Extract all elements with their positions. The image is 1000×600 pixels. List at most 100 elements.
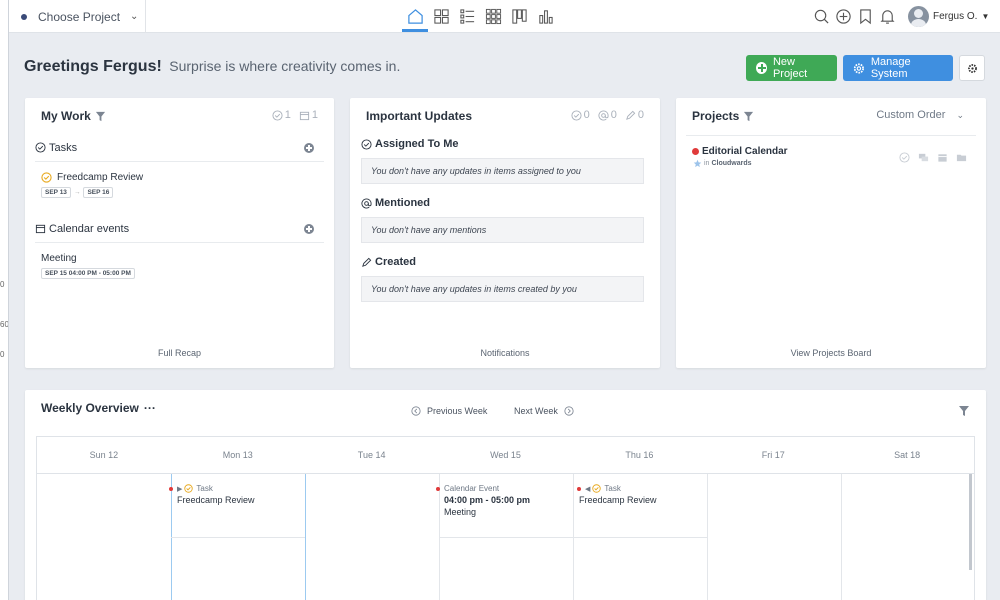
calendar-icon xyxy=(299,111,309,120)
calendar-events-section-header: Calendar events xyxy=(35,215,324,243)
column-divider xyxy=(707,474,708,600)
plus-circle-icon xyxy=(835,9,851,24)
new-project-label: New Project xyxy=(772,56,808,80)
notifications-button[interactable] xyxy=(876,6,898,28)
search-button[interactable] xyxy=(810,6,832,28)
task-start-badge: SEP 13 xyxy=(41,187,71,198)
bookmark-button[interactable] xyxy=(854,6,876,28)
filter-icon[interactable] xyxy=(743,111,754,122)
calendar-scrollbar[interactable] xyxy=(969,474,972,570)
discussions-shortcut[interactable] xyxy=(918,152,930,162)
event-item[interactable]: Meeting SEP 15 04:00 PM - 05:00 PM xyxy=(41,253,135,279)
column-divider xyxy=(305,474,306,600)
project-selector[interactable]: Choose Project ⌄ xyxy=(9,0,146,33)
arrow-left-icon: ◀ xyxy=(585,485,591,493)
add-button[interactable] xyxy=(832,6,854,28)
add-task-icon[interactable] xyxy=(304,142,314,153)
chevron-down-icon: ⌄ xyxy=(956,110,964,120)
filter-icon[interactable] xyxy=(95,111,106,122)
tasks-shortcut[interactable] xyxy=(899,152,911,163)
board-icon xyxy=(511,9,527,24)
user-name: Fergus O. xyxy=(933,11,978,22)
event-title: Meeting xyxy=(41,253,77,264)
event-count: 1 xyxy=(299,109,318,121)
list-icon xyxy=(459,9,474,24)
weekly-overview-title: Weekly Overview ··· xyxy=(41,401,156,415)
background-window-edge: 0 60 0 xyxy=(0,0,9,600)
check-circle-icon xyxy=(899,152,910,163)
view-projects-board-link[interactable]: View Projects Board xyxy=(676,348,986,358)
home-view-button[interactable] xyxy=(402,0,428,33)
tasks-label: Tasks xyxy=(49,141,78,154)
chevron-right-circle-icon xyxy=(564,406,574,416)
projects-card: Projects Custom Order ⌄ Editorial Calend… xyxy=(676,98,986,368)
bookmark-icon xyxy=(859,9,871,25)
calendar-event-wed[interactable]: Calendar Event 04:00 pm - 05:00 pm Meeti… xyxy=(436,484,530,517)
calendar-events-label: Calendar events xyxy=(49,222,130,235)
previous-week-button[interactable]: Previous Week xyxy=(411,406,487,416)
important-updates-card: Important Updates 0 0 0 Assigned To Me Y… xyxy=(350,98,660,368)
full-recap-link[interactable]: Full Recap xyxy=(25,348,334,358)
apps-icon xyxy=(485,8,501,25)
next-week-button[interactable]: Next Week xyxy=(514,406,574,416)
settings-button[interactable] xyxy=(959,55,985,81)
project-sort-dropdown[interactable]: Custom Order ⌄ xyxy=(876,109,964,121)
calendar-event-title: Meeting xyxy=(444,507,477,517)
priority-dot xyxy=(436,486,440,491)
reports-view-button[interactable] xyxy=(532,0,558,33)
board-view-button[interactable] xyxy=(506,0,532,33)
grid-icon xyxy=(433,9,449,24)
manage-system-label: Manage System xyxy=(870,56,911,80)
event-count-value: 1 xyxy=(311,109,318,121)
day-header-tue: Tue 14 xyxy=(357,450,386,460)
assigned-count: 0 xyxy=(571,109,590,121)
dashboard-view-button[interactable] xyxy=(428,0,454,33)
add-event-icon[interactable] xyxy=(304,223,314,234)
notifications-link[interactable]: Notifications xyxy=(350,348,660,358)
at-icon xyxy=(598,109,609,121)
files-shortcut[interactable] xyxy=(956,152,968,162)
project-group: Cloudwards xyxy=(711,160,752,167)
divider xyxy=(686,135,976,136)
day-header-wed: Wed 15 xyxy=(490,450,521,460)
calendar-event-time: 04:00 pm - 05:00 pm xyxy=(444,495,531,505)
more-options-icon[interactable]: ··· xyxy=(144,401,156,415)
task-count: 1 xyxy=(272,109,291,121)
check-circle-icon xyxy=(272,109,283,121)
check-circle-icon xyxy=(571,109,582,121)
task-item[interactable]: Freedcamp Review SEP 13 → SEP 16 xyxy=(41,172,143,198)
weekly-calendar: Sun 12 Mon 13 Tue 14 Wed 15 Thu 16 Fri 1… xyxy=(36,436,975,600)
calendar-task-mon[interactable]: ▶ Task Freedcamp Review xyxy=(169,484,255,505)
calendar-shortcut[interactable] xyxy=(937,152,949,162)
bell-icon xyxy=(879,10,895,24)
manage-system-button[interactable]: Manage System xyxy=(843,55,953,81)
play-icon: ▶ xyxy=(177,485,183,493)
mentioned-header: Mentioned xyxy=(361,197,430,209)
task-title: Freedcamp Review xyxy=(57,172,144,183)
new-project-button[interactable]: New Project xyxy=(746,55,837,81)
chevron-left-circle-icon xyxy=(411,406,421,416)
task-end-badge: SEP 16 xyxy=(83,187,114,198)
calendar-task-title: Freedcamp Review xyxy=(177,495,255,505)
created-header: Created xyxy=(361,256,416,268)
user-menu[interactable]: Fergus O. ▼ xyxy=(908,6,1000,27)
calendar-task-thu[interactable]: ◀ Task Freedcamp Review xyxy=(577,484,657,505)
column-divider xyxy=(841,474,842,600)
avatar xyxy=(908,6,929,27)
mentions-count: 0 xyxy=(598,109,617,121)
filter-icon[interactable] xyxy=(958,405,970,417)
priority-dot xyxy=(577,486,581,491)
tasks-section-header: Tasks xyxy=(35,134,324,162)
calendar-icon xyxy=(938,154,947,162)
view-switcher xyxy=(402,0,558,33)
calendar-task-title: Freedcamp Review xyxy=(579,495,657,505)
star-icon[interactable] xyxy=(693,159,702,168)
project-selector-label: Choose Project xyxy=(38,9,121,24)
my-work-title-text: My Work xyxy=(41,109,91,123)
project-row[interactable]: Editorial Calendar in Cloudwards xyxy=(692,146,970,168)
apps-view-button[interactable] xyxy=(480,0,506,33)
project-quick-icons xyxy=(892,152,968,163)
top-right-actions: Fergus O. ▼ xyxy=(810,0,1000,33)
calendar-header-row: Sun 12 Mon 13 Tue 14 Wed 15 Thu 16 Fri 1… xyxy=(37,437,974,474)
list-view-button[interactable] xyxy=(454,0,480,33)
